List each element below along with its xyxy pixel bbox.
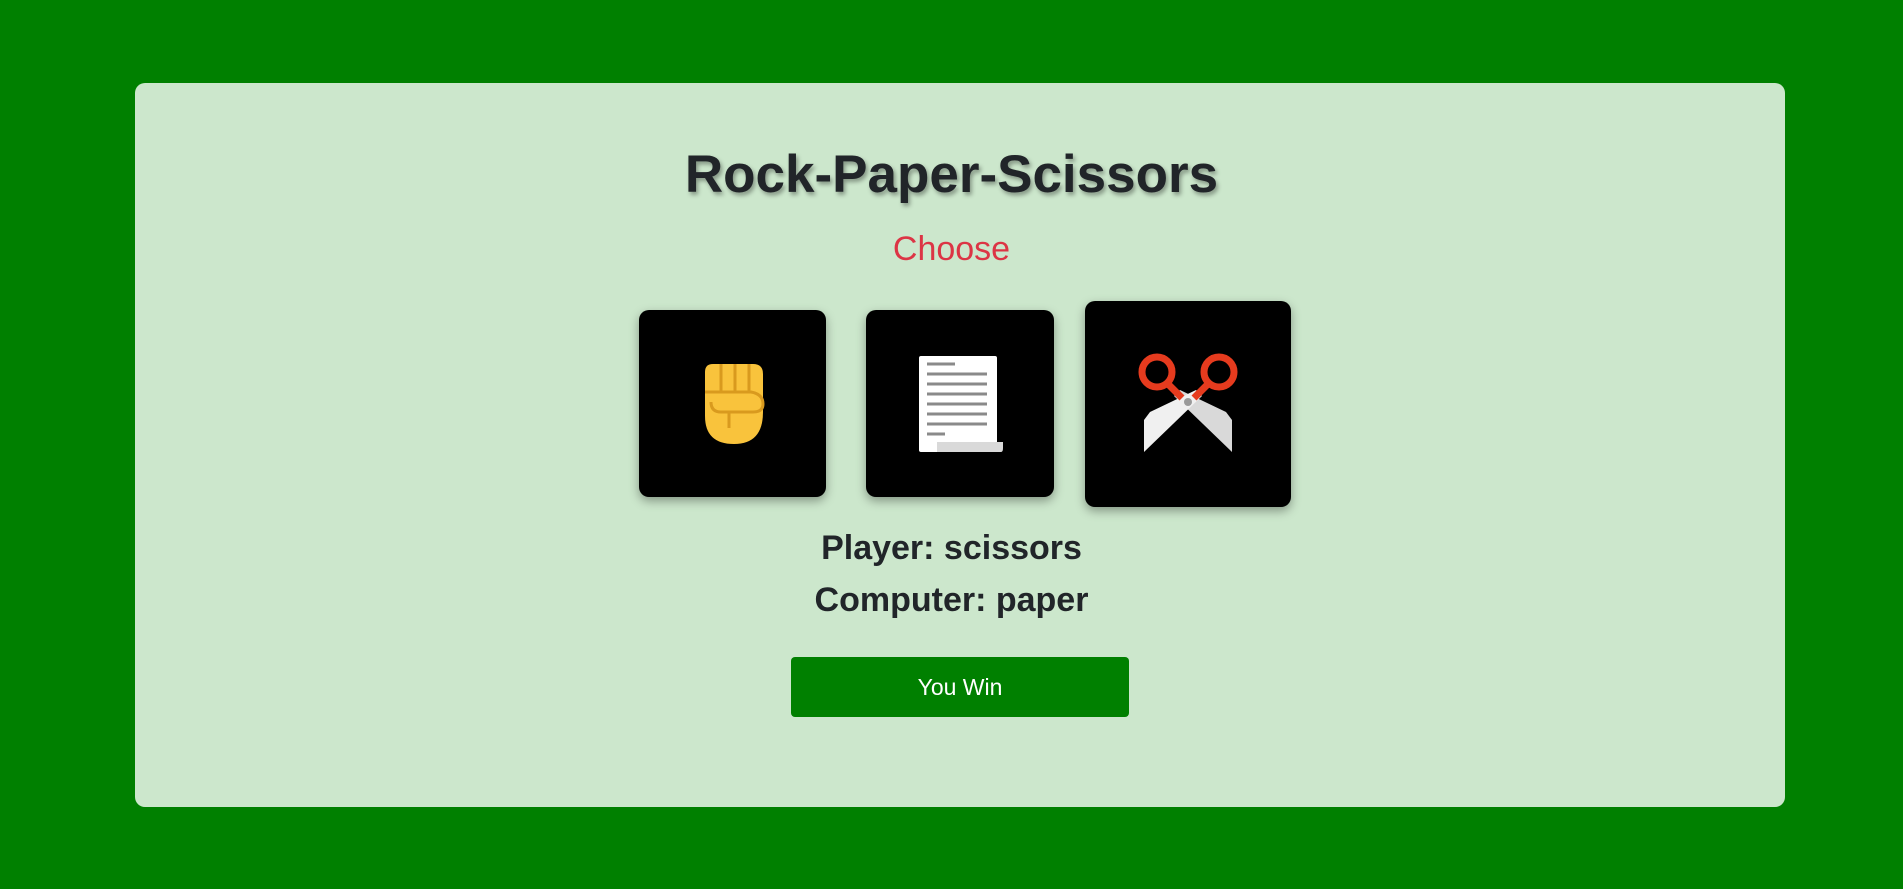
scissors-icon xyxy=(1136,350,1240,458)
rock-choice-button[interactable] xyxy=(639,310,826,497)
page-document-icon xyxy=(915,354,1005,454)
raised-fist-icon xyxy=(697,362,769,446)
player-choice-text: Player: scissors xyxy=(821,529,1082,567)
outcome-button[interactable]: You Win xyxy=(791,657,1129,717)
page-title: Rock-Paper-Scissors xyxy=(684,145,1219,204)
scissors-choice-button[interactable] xyxy=(1085,301,1291,507)
paper-choice-button[interactable] xyxy=(866,310,1054,497)
choose-prompt: Choose xyxy=(892,230,1011,268)
computer-choice-text: Computer: paper xyxy=(814,581,1089,619)
